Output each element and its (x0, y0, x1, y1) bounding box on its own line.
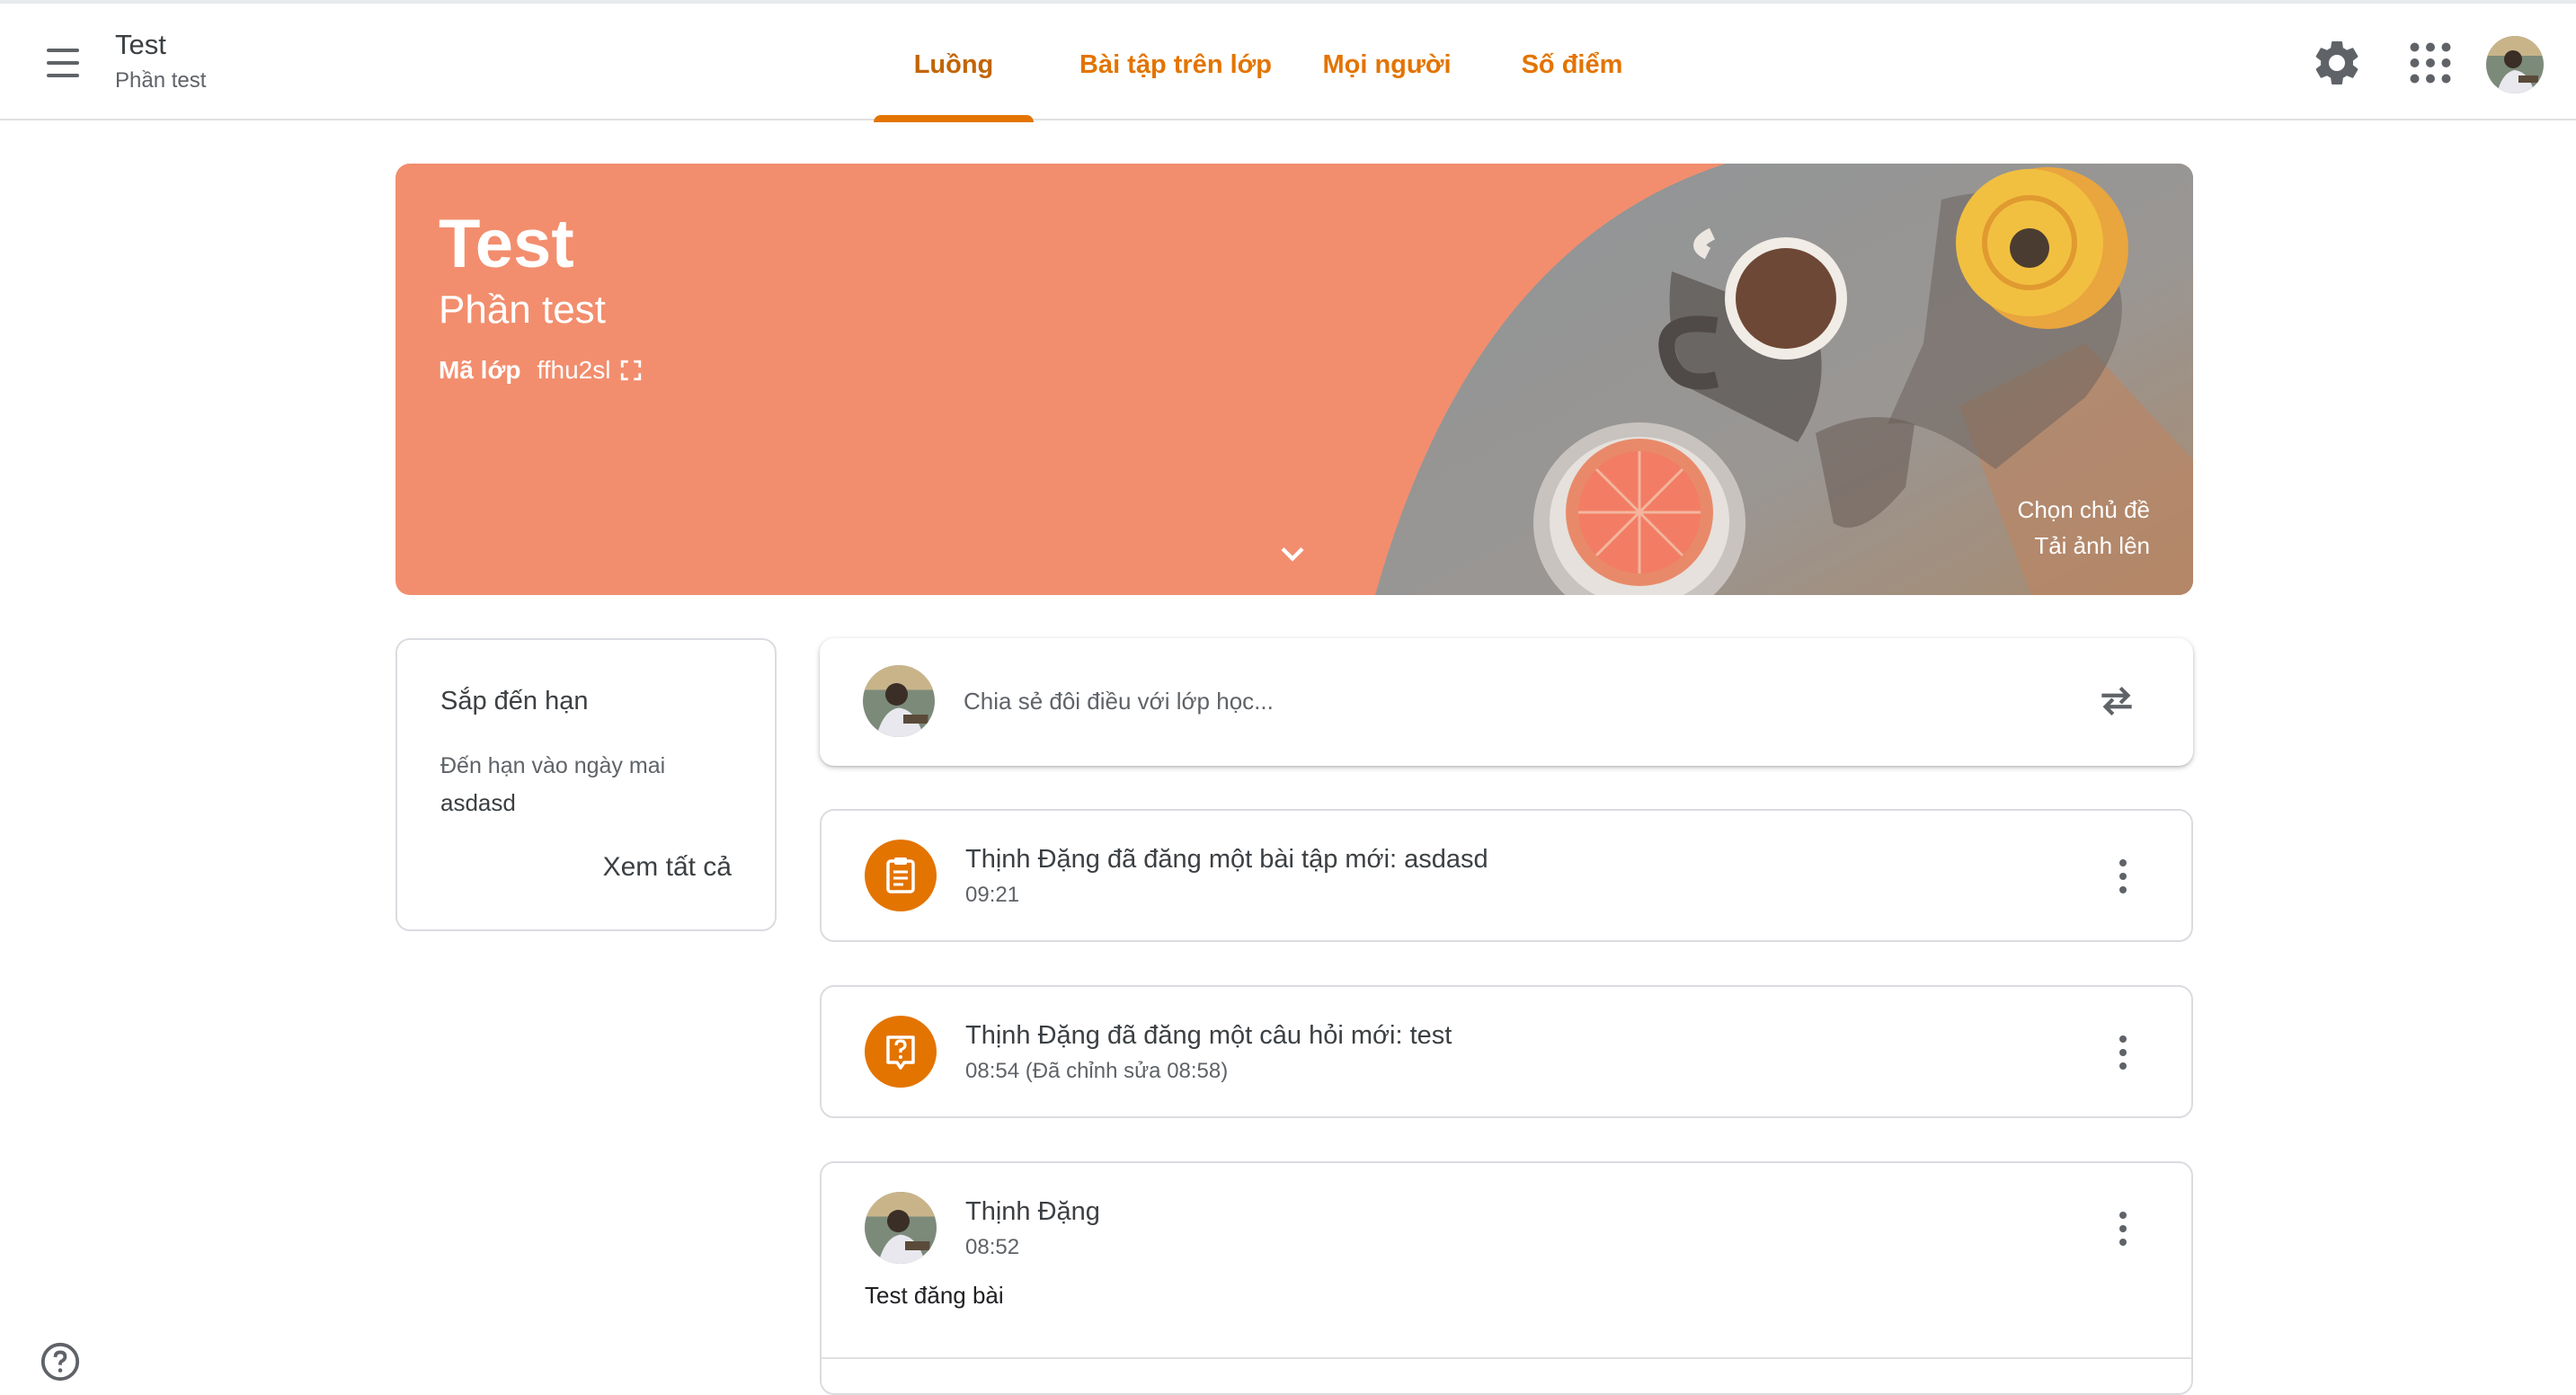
gear-icon[interactable] (2310, 36, 2364, 90)
share-input[interactable]: Chia sẻ đôi điều với lớp học... (964, 688, 1274, 715)
upcoming-card: Sắp đến hạn Đến hạn vào ngày mai asdasd … (395, 638, 777, 931)
question-icon (865, 1016, 937, 1088)
stream-post-question[interactable]: Thịnh Đặng đã đăng một câu hỏi mới: test… (820, 985, 2193, 1118)
banner-illustration (1375, 164, 2193, 595)
share-box[interactable]: Chia sẻ đôi điều với lớp học... (820, 638, 2193, 766)
tab-grades[interactable]: Số điểm (1488, 7, 1656, 122)
post-time: 08:52 (965, 1235, 1020, 1259)
post-time: 09:21 (965, 883, 1020, 907)
assignment-icon (865, 840, 937, 911)
menu-icon[interactable] (40, 40, 86, 86)
banner-section: Phần test (439, 288, 606, 332)
stream-post-announcement[interactable]: Thịnh Đặng 08:52 Test đăng bài (820, 1161, 2193, 1395)
tab-people[interactable]: Mọi người (1319, 7, 1454, 122)
class-banner: Test Phần test Mã lớp ffhu2sl Chọn chủ đề… (395, 164, 2193, 595)
apps-grid-icon[interactable] (2403, 36, 2457, 90)
upload-photo-link[interactable]: Tải ảnh lên (2034, 532, 2150, 560)
tab-classwork[interactable]: Bài tập trên lớp (1068, 7, 1284, 122)
select-theme-link[interactable]: Chọn chủ đề (2018, 496, 2150, 524)
account-avatar[interactable] (2486, 36, 2544, 93)
author-avatar (865, 1192, 937, 1264)
active-tab-indicator (874, 115, 1034, 122)
top-app-bar: Test Phần test Luồng Bài tập trên lớp Mọ… (0, 4, 2576, 122)
class-section: Phần test (115, 68, 207, 93)
fullscreen-icon[interactable] (619, 359, 643, 382)
class-code-label: Mã lớp (439, 356, 521, 384)
view-all-link[interactable]: Xem tất cả (603, 852, 732, 883)
tab-stream[interactable]: Luồng (874, 7, 1034, 122)
tab-grades-label: Số điểm (1521, 50, 1623, 79)
tab-classwork-label: Bài tập trên lớp (1079, 50, 1272, 79)
upcoming-item[interactable]: asdasd (440, 789, 516, 817)
upcoming-title: Sắp đến hạn (440, 687, 589, 715)
tab-stream-label: Luồng (913, 50, 994, 79)
upcoming-due-label: Đến hạn vào ngày mai (440, 753, 666, 778)
repost-icon[interactable] (2094, 679, 2139, 724)
comment-divider (822, 1357, 2191, 1359)
more-options-icon[interactable] (2105, 856, 2141, 897)
class-code-value: ffhu2sl (537, 356, 611, 384)
more-options-icon[interactable] (2105, 1208, 2141, 1249)
class-title[interactable]: Test (115, 29, 166, 61)
post-time: 08:54 (Đã chỉnh sửa 08:58) (965, 1059, 1229, 1083)
post-title[interactable]: Thịnh Đặng đã đăng một câu hỏi mới: test (965, 1021, 1452, 1051)
banner-title: Test (439, 206, 574, 282)
chevron-down-icon[interactable] (1273, 534, 1312, 573)
post-title[interactable]: Thịnh Đặng đã đăng một bài tập mới: asda… (965, 845, 1488, 875)
class-code-row: Mã lớp ffhu2sl (439, 356, 643, 385)
help-icon[interactable] (40, 1341, 81, 1382)
tab-people-label: Mọi người (1322, 50, 1452, 79)
user-avatar (863, 665, 935, 737)
post-author[interactable]: Thịnh Đặng (965, 1197, 1100, 1227)
stream-post-assignment[interactable]: Thịnh Đặng đã đăng một bài tập mới: asda… (820, 809, 2193, 942)
more-options-icon[interactable] (2105, 1032, 2141, 1073)
post-body: Test đăng bài (865, 1282, 1004, 1309)
